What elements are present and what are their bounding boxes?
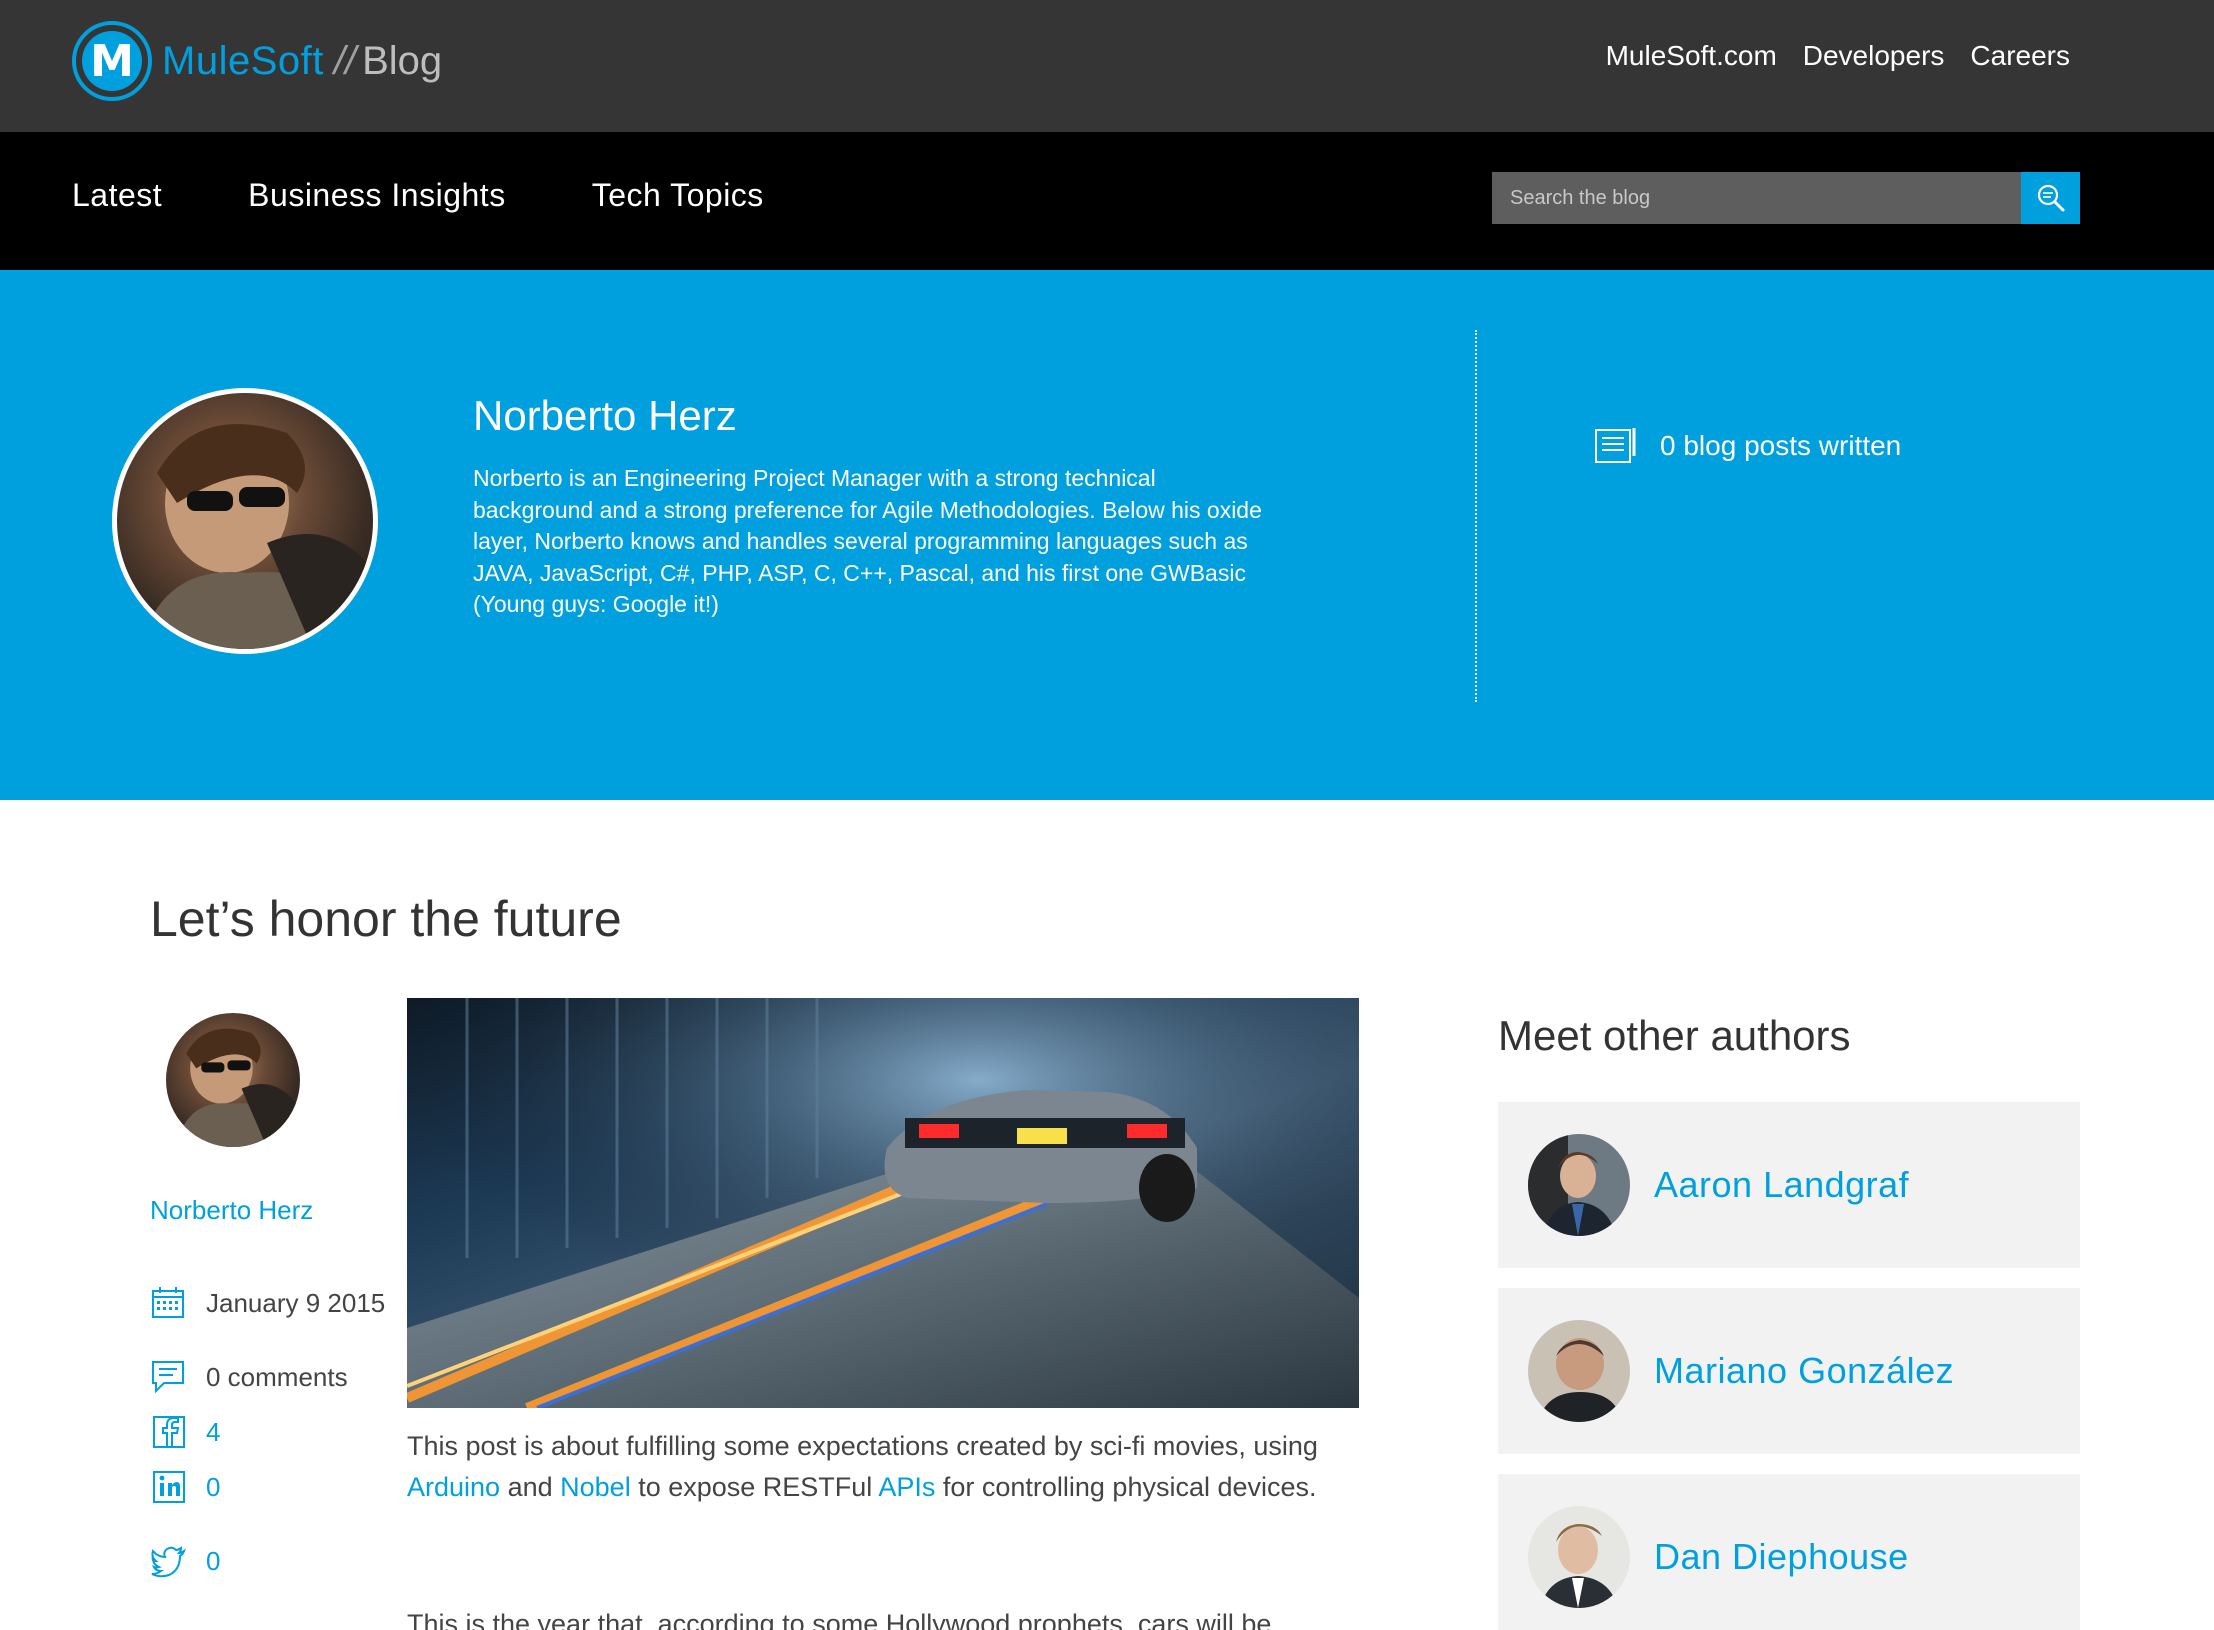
link-careers[interactable]: Careers xyxy=(1970,40,2070,72)
author-hero: Norberto Herz Norberto is an Engineering… xyxy=(0,270,2214,800)
author-name-link[interactable]: Mariano González xyxy=(1654,1350,1954,1392)
author-name-link[interactable]: Aaron Landgraf xyxy=(1654,1164,1909,1206)
facebook-share[interactable]: 4 xyxy=(150,1414,220,1450)
link-nobel[interactable]: Nobel xyxy=(560,1472,631,1502)
logo-separator: // xyxy=(333,38,357,83)
nav-item-business-insights[interactable]: Business Insights xyxy=(248,177,506,214)
author-name-link[interactable]: Dan Diephouse xyxy=(1654,1536,1909,1578)
article-hero-image xyxy=(407,998,1359,1408)
linkedin-count: 0 xyxy=(206,1471,221,1502)
author-bio: Norberto is an Engineering Project Manag… xyxy=(473,465,1262,617)
author-avatar-large xyxy=(112,388,378,654)
nav-item-tech-topics[interactable]: Tech Topics xyxy=(592,177,764,214)
top-header: M MuleSoft // Blog MuleSoft.com Develope… xyxy=(0,0,2214,132)
author-avatar xyxy=(1528,1320,1630,1422)
facebook-icon xyxy=(153,1416,185,1448)
search-button[interactable] xyxy=(2021,172,2080,224)
article-body-paragraph-2: This is the year that, according to some… xyxy=(407,1609,1272,1630)
twitter-share[interactable]: 0 xyxy=(150,1543,220,1579)
article-date: January 9 2015 xyxy=(150,1285,385,1321)
sidebar-title: Meet other authors xyxy=(1498,1012,1851,1059)
author-stats: 0 blog posts written xyxy=(1594,426,1901,466)
search-icon xyxy=(2037,184,2064,212)
link-apis[interactable]: APIs xyxy=(878,1472,935,1502)
document-icon xyxy=(1595,428,1636,463)
calendar-icon xyxy=(152,1287,184,1318)
article-author-avatar[interactable] xyxy=(166,1013,300,1147)
author-name: Norberto Herz xyxy=(473,392,737,439)
article-body-paragraph-1: This post is about fulfilling some expec… xyxy=(407,1431,1318,1502)
nav-item-latest[interactable]: Latest xyxy=(72,177,162,214)
comment-icon xyxy=(152,1361,184,1394)
author-card-aaron-landgraf[interactable]: Aaron Landgraf xyxy=(1498,1102,2080,1268)
twitter-icon xyxy=(151,1546,186,1578)
link-developers[interactable]: Developers xyxy=(1803,40,1945,72)
mulesoft-logo-icon: M xyxy=(72,21,152,101)
author-card-mariano-gonzalez[interactable]: Mariano González xyxy=(1498,1288,2080,1454)
comments-count: 0 comments xyxy=(206,1361,348,1392)
article-comments[interactable]: 0 comments xyxy=(150,1359,348,1395)
mulesoft-blog-logo[interactable]: M MuleSoft // Blog xyxy=(72,21,442,101)
author-avatar xyxy=(1528,1506,1630,1608)
logo-section-text: Blog xyxy=(362,38,443,83)
search-input[interactable] xyxy=(1492,172,2021,224)
hero-divider xyxy=(1475,330,1477,702)
posts-written-count: 0 blog posts written xyxy=(1660,430,1902,461)
logo-brand-text: MuleSoft xyxy=(162,38,324,83)
link-mulesoft-com[interactable]: MuleSoft.com xyxy=(1606,40,1777,72)
author-card-dan-diephouse[interactable]: Dan Diephouse xyxy=(1498,1474,2080,1630)
link-arduino[interactable]: Arduino xyxy=(407,1472,500,1502)
article-title[interactable]: Let’s honor the future xyxy=(150,890,622,948)
article-date-text: January 9 2015 xyxy=(206,1287,386,1318)
article-author-link[interactable]: Norberto Herz xyxy=(150,1195,313,1226)
top-links: MuleSoft.com Developers Careers xyxy=(1606,40,2070,72)
author-avatar xyxy=(1528,1134,1630,1236)
facebook-count: 4 xyxy=(206,1416,221,1447)
main-nav: Latest Business Insights Tech Topics xyxy=(0,132,2214,270)
linkedin-icon xyxy=(153,1471,185,1503)
twitter-count: 0 xyxy=(206,1545,221,1576)
search-box xyxy=(1492,172,2080,224)
linkedin-share[interactable]: 0 xyxy=(150,1469,220,1505)
